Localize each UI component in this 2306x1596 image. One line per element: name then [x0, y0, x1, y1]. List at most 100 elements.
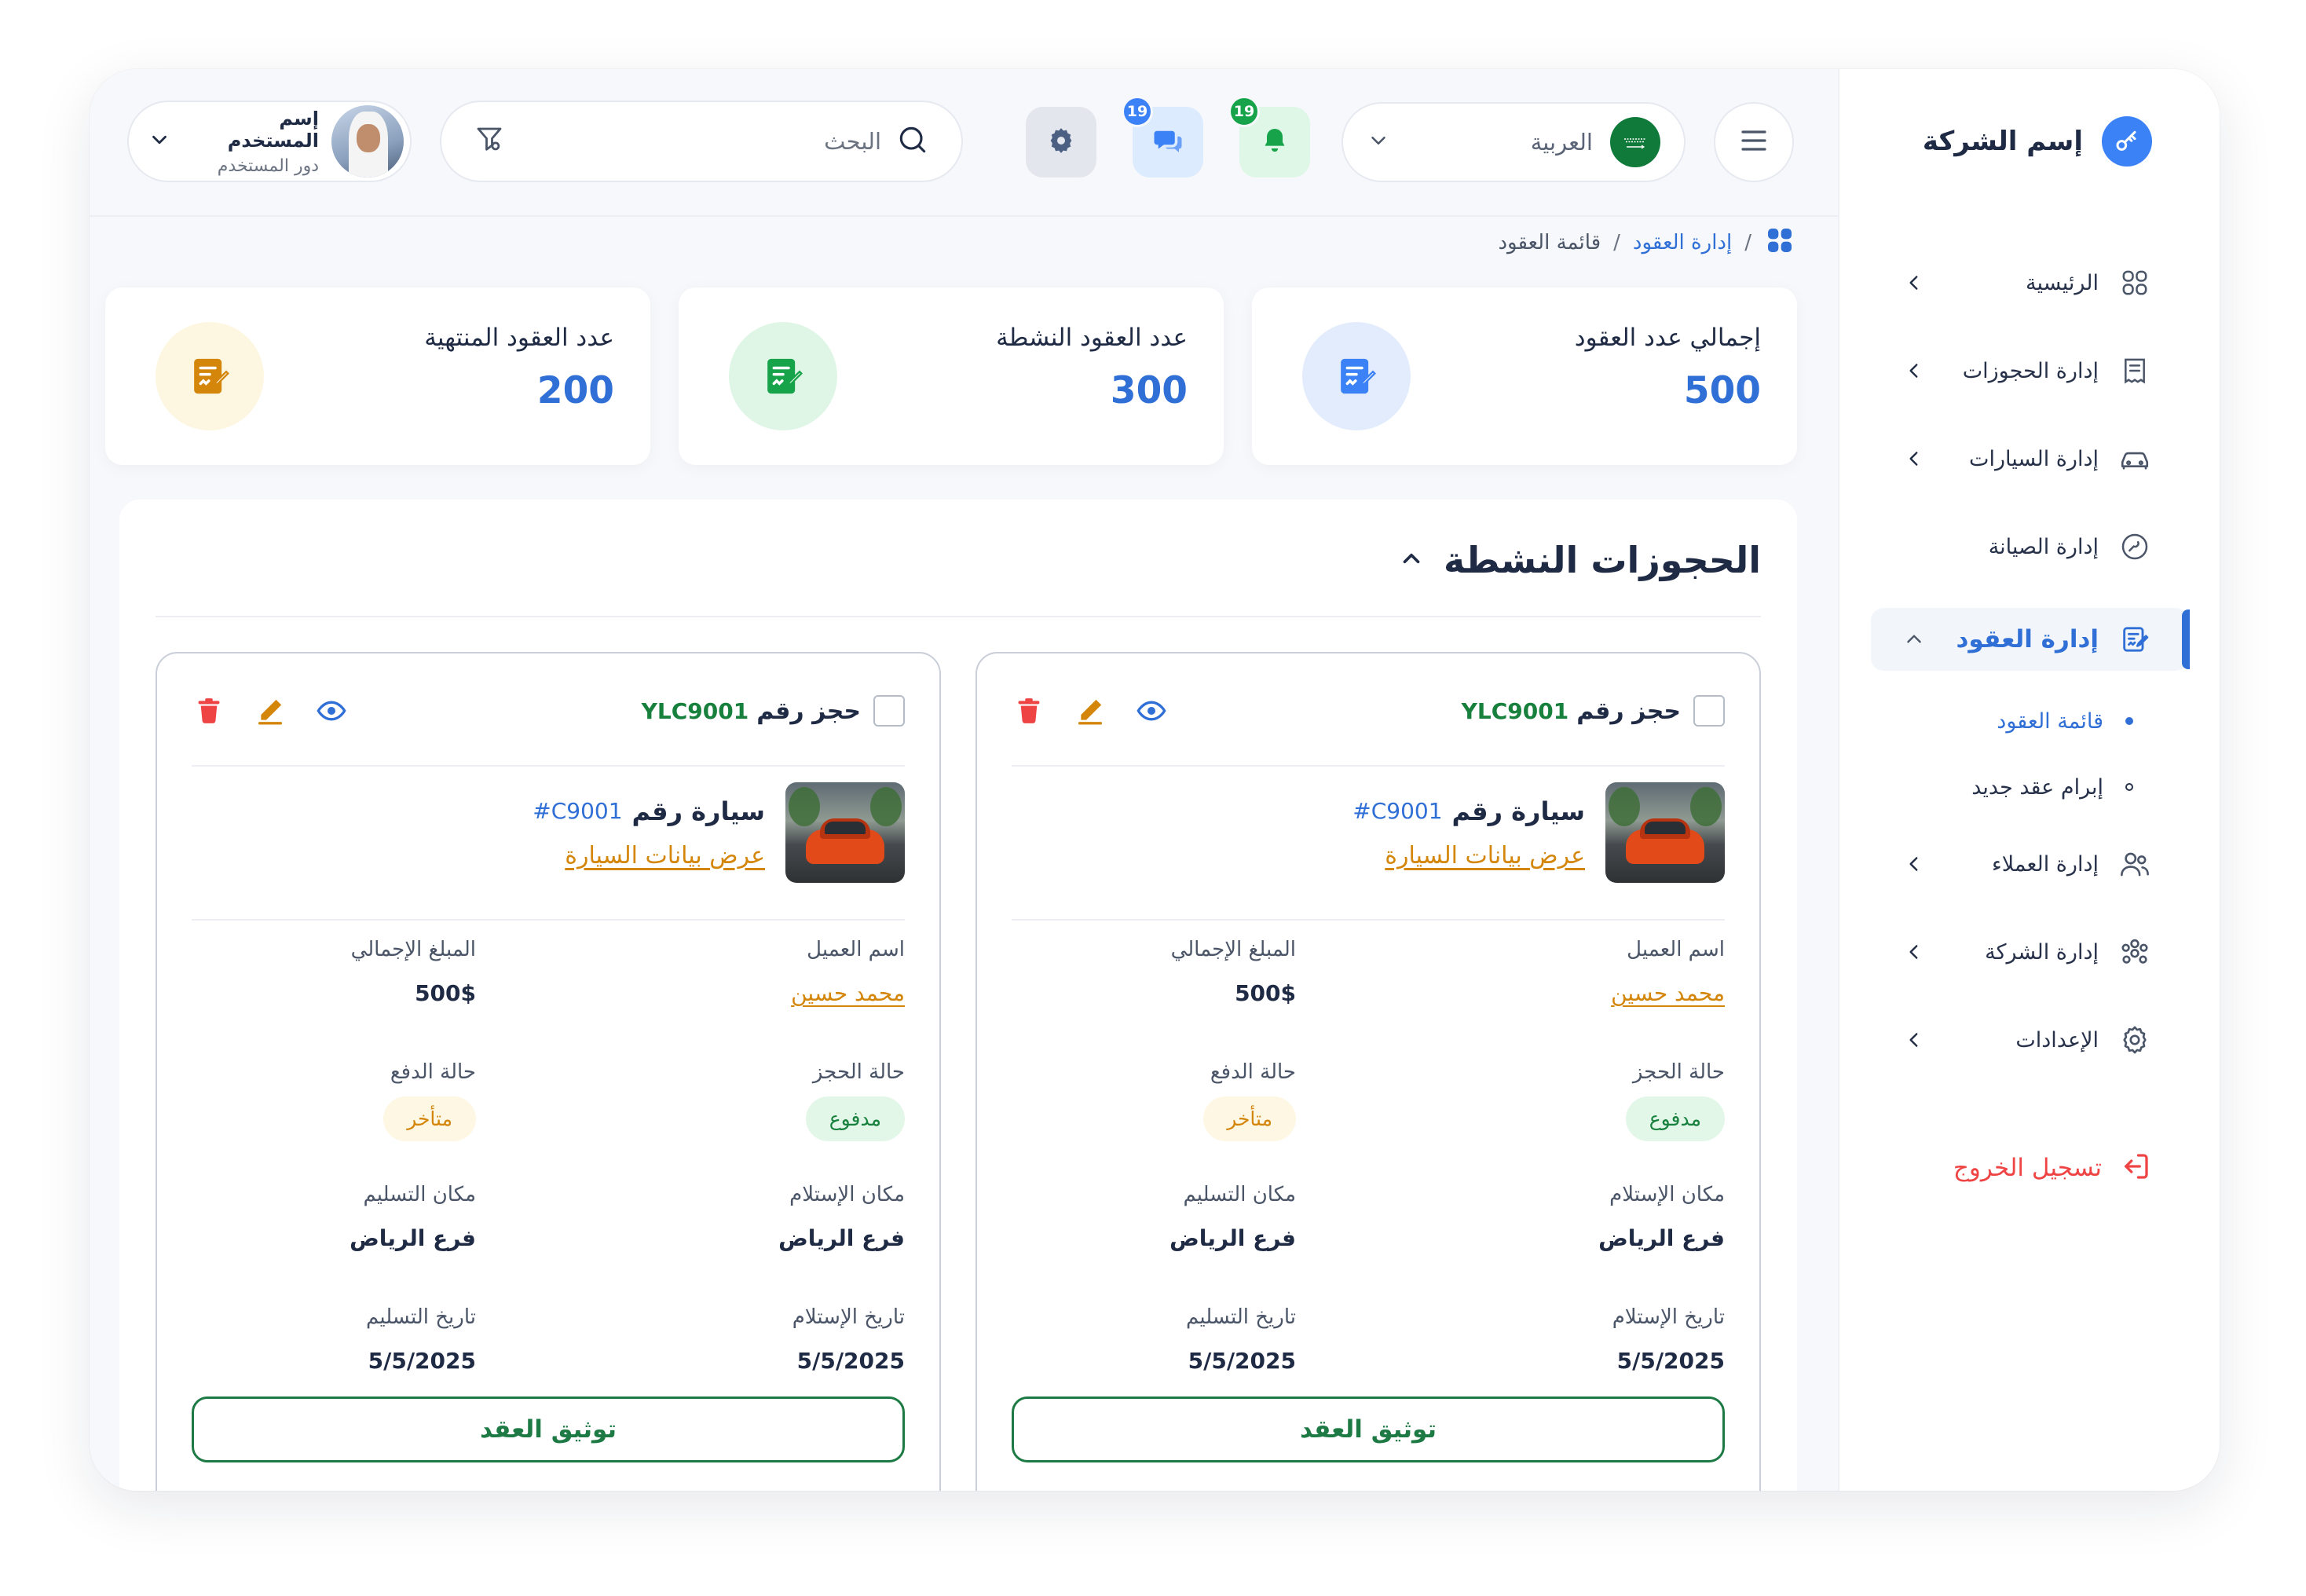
view-icon[interactable]	[1134, 694, 1169, 728]
chevron-left-icon	[1902, 447, 1926, 470]
submenu-item-contracts-list[interactable]: قائمة العقود	[1839, 688, 2133, 754]
contract-icon	[1302, 322, 1411, 430]
panel-header[interactable]: الحجوزات النشطة	[1398, 539, 1761, 581]
menu-toggle-button[interactable]	[1714, 102, 1794, 182]
pickup-place: فرع الرياض	[778, 1225, 905, 1251]
edit-icon[interactable]	[253, 694, 287, 728]
field-label: المبلغ الإجمالي	[1170, 938, 1296, 961]
active-reservations-panel: الحجوزات النشطة حجز رقم YLC9001 سيارة رق…	[119, 500, 1797, 1491]
chevron-left-icon	[1902, 940, 1926, 964]
company-name: إسم الشركة	[1922, 126, 2083, 157]
breadcrumb: / إدارة العقود / قائمة العقود	[1498, 223, 1795, 262]
pickup-date: 5/5/2025	[1616, 1348, 1725, 1374]
customer-name-link[interactable]: محمد حسين	[1368, 980, 1725, 1006]
messages-button[interactable]: 19	[1122, 96, 1203, 178]
select-checkbox[interactable]	[1693, 695, 1725, 727]
logout-label: تسجيل الخروج	[1953, 1154, 2102, 1182]
chevron-up-icon[interactable]	[1398, 545, 1425, 575]
sidebar-item-contracts[interactable]: إدارة العقود	[1839, 608, 2220, 671]
field-label: تاريخ التسليم	[1186, 1305, 1296, 1329]
sidebar-item-home[interactable]: الرئيسية	[1839, 239, 2220, 327]
delivery-date: 5/5/2025	[1188, 1348, 1296, 1374]
sidebar-item-label: إدارة العملاء	[1992, 851, 2099, 877]
dashboard-icon[interactable]	[1764, 225, 1795, 262]
sidebar-item-cars[interactable]: إدارة السيارات	[1839, 415, 2220, 503]
submenu-label: قائمة العقود	[1997, 708, 2103, 734]
divider	[192, 765, 905, 767]
field-label: تاريخ التسليم	[366, 1305, 476, 1329]
payment-status-badge: متأخر	[383, 1096, 476, 1141]
logout-button[interactable]: تسجيل الخروج	[1953, 1150, 2152, 1186]
brand[interactable]: إسم الشركة	[1923, 116, 2152, 167]
hamburger-icon	[1735, 122, 1773, 163]
view-car-link[interactable]: عرض بيانات السيارة	[533, 842, 765, 869]
sidebar-item-settings[interactable]: الإعدادات	[1839, 996, 2220, 1084]
payment-status-badge: متأخر	[1203, 1096, 1296, 1141]
car-thumbnail	[1605, 782, 1725, 883]
language-selector[interactable]: العربية	[1342, 102, 1686, 182]
sidebar-item-reservations[interactable]: إدارة الحجوزات	[1839, 327, 2220, 415]
select-checkbox[interactable]	[873, 695, 905, 727]
wrench-icon	[2117, 529, 2152, 564]
chevron-down-icon	[1367, 129, 1390, 156]
car-name: سيارة رقم	[631, 796, 765, 826]
sidebar-item-maintenance[interactable]: إدارة الصيانة	[1839, 503, 2220, 591]
search-input[interactable]	[520, 128, 881, 155]
chat-icon	[1151, 124, 1184, 160]
breadcrumb-current: قائمة العقود	[1498, 231, 1601, 254]
contract-ended-icon	[156, 322, 264, 430]
grid-icon	[2117, 265, 2152, 300]
view-icon[interactable]	[314, 694, 349, 728]
sidebar-item-label: إدارة الحجوزات	[1962, 358, 2099, 383]
company-icon	[2117, 935, 2152, 969]
breadcrumb-separator: /	[1613, 231, 1620, 254]
field-label: تاريخ الإستلام	[792, 1305, 905, 1329]
document-contract-button[interactable]: توثيق العقد	[192, 1396, 905, 1462]
bullet-icon	[2125, 783, 2133, 791]
user-menu[interactable]: إسم المستخدم دور المستخدم	[127, 101, 412, 182]
customer-name-link[interactable]: محمد حسين	[548, 980, 905, 1006]
settings-button[interactable]	[1026, 107, 1096, 178]
field-label: المبلغ الإجمالي	[350, 938, 476, 961]
document-contract-button[interactable]: توثيق العقد	[1012, 1396, 1725, 1462]
sidebar-item-customers[interactable]: إدارة العملاء	[1839, 820, 2220, 908]
sidebar-item-label: إدارة العقود	[1956, 625, 2099, 653]
notifications-button[interactable]: 19	[1228, 96, 1310, 178]
filter-icon[interactable]	[473, 123, 506, 159]
reservation-label: حجز رقم	[756, 697, 861, 725]
sidebar-item-label: إدارة الشركة	[1985, 939, 2099, 965]
bullet-icon	[2125, 717, 2133, 725]
stat-label: عدد العقود النشطة	[996, 324, 1188, 352]
field-label: اسم العميل	[1627, 938, 1725, 961]
delete-icon[interactable]	[1012, 694, 1046, 728]
breadcrumb-parent-link[interactable]: إدارة العقود	[1633, 231, 1732, 254]
notifications-count-badge: 19	[1228, 96, 1260, 127]
search-bar	[440, 101, 963, 182]
sidebar: إسم الشركة الرئيسية إدارة الحجوزات إدارة…	[1838, 69, 2220, 1491]
booking-status-badge: مدفوع	[805, 1096, 905, 1141]
search-icon	[895, 123, 930, 160]
stat-value: 500	[1683, 369, 1761, 412]
stat-card-ended-contracts: عدد العقود المنتهية 200	[105, 287, 650, 465]
stat-card-active-contracts: عدد العقود النشطة 300	[679, 287, 1224, 465]
reservation-card: حجز رقم YLC9001 سيارة رقم #C9001 عرض بيا…	[975, 652, 1761, 1491]
submenu-label: إبرام عقد جديد	[1971, 774, 2103, 800]
chevron-down-icon	[148, 128, 171, 155]
field-label: حالة الحجز	[812, 1060, 905, 1084]
stat-value: 300	[1110, 369, 1188, 412]
view-car-link[interactable]: عرض بيانات السيارة	[1352, 842, 1585, 869]
sidebar-item-company[interactable]: إدارة الشركة	[1839, 908, 2220, 996]
reservation-card: حجز رقم YLC9001 سيارة رقم #C9001 عرض بيا…	[156, 652, 941, 1491]
field-label: حالة الدفع	[390, 1060, 476, 1084]
delete-icon[interactable]	[192, 694, 226, 728]
edit-icon[interactable]	[1073, 694, 1107, 728]
breadcrumb-separator: /	[1744, 231, 1751, 254]
submenu-item-new-contract[interactable]: إبرام عقد جديد	[1839, 754, 2133, 820]
sidebar-item-label: إدارة السيارات	[1969, 446, 2099, 471]
car-id: #C9001	[1352, 798, 1443, 824]
messages-count-badge: 19	[1122, 96, 1153, 127]
sidebar-item-label: الرئيسية	[2026, 270, 2099, 295]
contracts-submenu: قائمة العقود إبرام عقد جديد	[1839, 688, 2220, 820]
divider	[156, 616, 1761, 617]
car-icon	[2117, 441, 2152, 476]
